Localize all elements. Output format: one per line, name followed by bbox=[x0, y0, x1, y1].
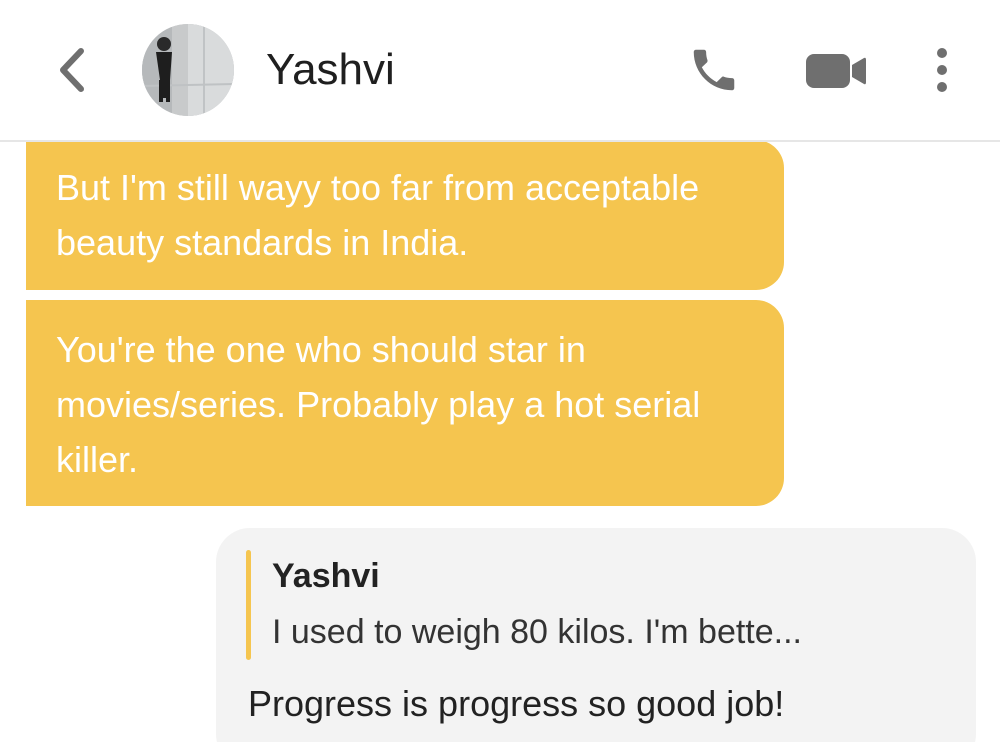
more-vertical-icon bbox=[937, 48, 947, 92]
phone-icon bbox=[693, 49, 735, 91]
call-button[interactable] bbox=[682, 40, 746, 100]
incoming-message[interactable]: You're the one who should star in movies… bbox=[26, 300, 784, 506]
video-call-button[interactable] bbox=[800, 46, 872, 96]
reply-text: Progress is progress so good job! bbox=[248, 683, 785, 724]
back-button[interactable] bbox=[50, 42, 94, 98]
quote-bar bbox=[246, 550, 251, 660]
more-options-button[interactable] bbox=[920, 40, 964, 100]
outgoing-message[interactable]: Yashvi I used to weigh 80 kilos. I'm bet… bbox=[216, 528, 976, 742]
message-list[interactable]: But I'm still wayy too far from acceptab… bbox=[0, 142, 1000, 742]
quoted-message[interactable]: I used to weigh 80 kilos. I'm bette... bbox=[272, 612, 802, 652]
avatar[interactable] bbox=[142, 24, 234, 116]
contact-name[interactable]: Yashvi bbox=[266, 44, 395, 96]
quoted-author[interactable]: Yashvi bbox=[272, 556, 380, 596]
video-camera-icon bbox=[806, 54, 866, 88]
chevron-left-icon bbox=[60, 48, 84, 92]
chat-header: Yashvi bbox=[0, 0, 1000, 142]
incoming-message[interactable]: But I'm still wayy too far from acceptab… bbox=[26, 142, 784, 290]
avatar-photo bbox=[142, 24, 234, 116]
